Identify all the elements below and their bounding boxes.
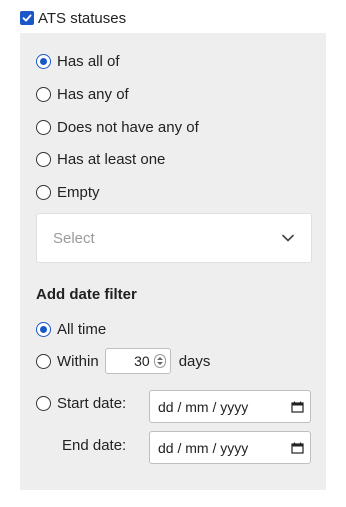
option-label: Empty [57, 183, 100, 201]
within-days-value: 30 [134, 353, 150, 369]
option-label: Has all of [57, 52, 120, 70]
ats-statuses-panel: Has all of Has any of Does not have any … [20, 33, 326, 490]
chevron-down-icon [282, 234, 294, 242]
ats-statuses-filter[interactable]: ATS statuses [20, 8, 126, 28]
option-empty[interactable]: Empty [36, 181, 100, 203]
option-within[interactable]: Within 30 days [36, 348, 211, 374]
radio-empty[interactable] [36, 184, 51, 200]
radio-within[interactable] [36, 353, 51, 369]
option-date-range[interactable]: Start date: [36, 392, 126, 414]
within-label: Within [57, 352, 99, 370]
option-label: Has any of [57, 85, 129, 103]
ats-statuses-label: ATS statuses [38, 9, 127, 27]
start-date-input[interactable]: dd / mm / yyyy [149, 390, 311, 423]
start-date-placeholder: dd / mm / yyyy [158, 398, 249, 415]
ats-statuses-checkbox[interactable] [20, 11, 34, 25]
calendar-icon[interactable] [291, 442, 304, 454]
select-placeholder: Select [53, 229, 95, 247]
start-date-label: Start date: [57, 394, 127, 412]
option-has-any-of[interactable]: Has any of [36, 83, 129, 105]
option-does-not-have-any-of[interactable]: Does not have any of [36, 116, 199, 138]
calendar-icon[interactable] [291, 401, 304, 413]
status-select[interactable]: Select [36, 213, 312, 263]
radio-all-time[interactable] [36, 321, 51, 337]
radio-does-not-have-any-of[interactable] [36, 119, 51, 135]
radio-has-any-of[interactable] [36, 86, 51, 102]
radio-has-all-of[interactable] [36, 53, 51, 69]
date-filter-title: Add date filter [36, 286, 137, 303]
end-date-placeholder: dd / mm / yyyy [158, 439, 249, 456]
within-days-input[interactable]: 30 [104, 348, 171, 374]
end-date-label: End date: [62, 437, 127, 454]
checkmark-icon [22, 14, 32, 22]
days-label: days [178, 352, 211, 370]
option-has-at-least-one[interactable]: Has at least one [36, 148, 165, 170]
radio-has-at-least-one[interactable] [36, 151, 51, 167]
option-label: Has at least one [57, 150, 166, 168]
stepper-icon[interactable] [153, 354, 166, 368]
all-time-label: All time [57, 320, 107, 338]
option-all-time[interactable]: All time [36, 318, 106, 340]
option-has-all-of[interactable]: Has all of [36, 50, 120, 72]
radio-date-range[interactable] [36, 395, 51, 411]
end-date-input[interactable]: dd / mm / yyyy [149, 431, 311, 464]
option-label: Does not have any of [57, 118, 199, 136]
